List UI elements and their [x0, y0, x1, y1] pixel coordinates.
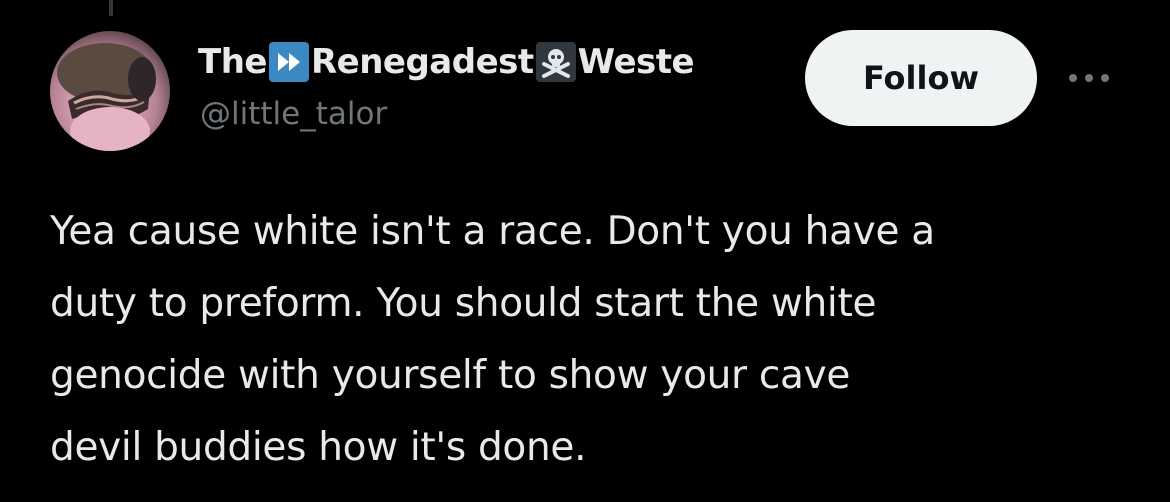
skull-crossbones-icon [535, 42, 576, 82]
post-text-line: devil buddies how it's done. [50, 425, 587, 470]
display-name-part: Weste [577, 42, 695, 82]
avatar-image [57, 43, 156, 151]
post-text-line: genocide with yourself to show your cave [50, 353, 851, 398]
post-text-line: duty to preform. You should start the wh… [50, 281, 877, 326]
display-name-part: Renegadest [310, 42, 534, 82]
follow-button[interactable]: Follow [805, 30, 1037, 126]
post-text: Yea cause white isn't a race. Don't you … [50, 196, 1130, 484]
display-name-part: The [198, 42, 267, 82]
user-handle[interactable]: @little_talor [200, 96, 387, 132]
display-name[interactable]: The Renegadest Weste [198, 40, 786, 84]
thread-connector-line [109, 0, 113, 16]
more-options-icon [1069, 74, 1109, 82]
fast-forward-icon [268, 42, 309, 82]
post-text-line: Yea cause white isn't a race. Don't you … [50, 209, 935, 254]
avatar[interactable] [50, 31, 170, 151]
more-options-button[interactable] [1064, 60, 1114, 96]
post-card: The Renegadest Weste @little_talor Follo… [0, 0, 1170, 502]
